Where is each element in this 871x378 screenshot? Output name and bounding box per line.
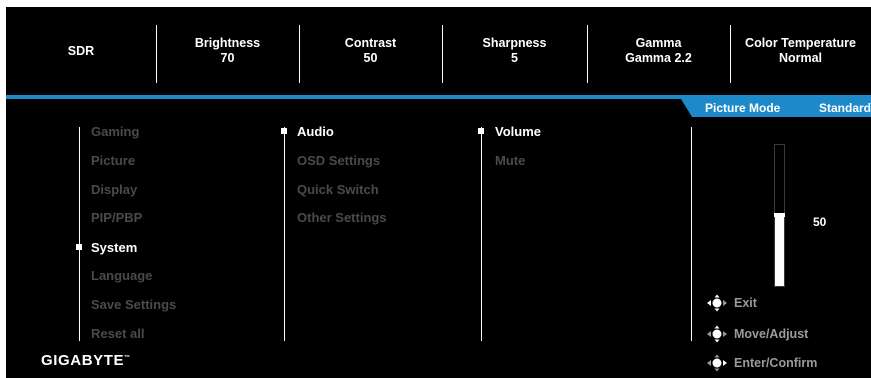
column-divider [691,127,692,341]
gigabyte-logo: GIGABYTE™ [41,352,130,369]
hint-exit: Exit [706,294,757,312]
menu-item-language[interactable]: Language [91,268,152,283]
hint-enter-confirm: Enter/Confirm [706,354,817,372]
accent-bar [6,95,871,99]
volume-slider-fill [775,215,784,286]
status-contrast: Contrast 50 [299,7,442,95]
column-divider [284,127,285,341]
hint-enter-confirm-label: Enter/Confirm [734,356,818,370]
hint-exit-label: Exit [734,296,757,310]
selected-indicator [76,244,82,250]
status-sharpness-value: 5 [511,51,518,65]
selected-indicator [281,128,287,134]
hint-move-adjust: Move/Adjust [706,325,808,343]
status-contrast-label: Contrast [344,36,397,50]
status-color-temperature-value: Normal [778,51,823,65]
status-sharpness-label: Sharpness [482,36,547,50]
picture-mode-tab: Picture Mode Standard [681,99,871,117]
status-gamma-label: Gamma [635,36,682,50]
monitor-osd: SDR Brightness 70 Contrast 50 Sharpness … [6,7,871,378]
trademark-symbol: ™ [124,355,131,361]
joystick-icon [707,294,727,312]
audio-item-volume[interactable]: Volume [495,124,541,139]
menu-item-picture[interactable]: Picture [91,153,135,168]
status-contrast-value: 50 [363,51,378,65]
submenu-item-osd-settings[interactable]: OSD Settings [297,153,380,168]
submenu-item-audio[interactable]: Audio [297,124,334,139]
status-brightness-label: Brightness [194,36,261,50]
submenu-item-other-settings[interactable]: Other Settings [297,210,387,225]
menu-item-display[interactable]: Display [91,182,137,197]
menu-item-save-settings[interactable]: Save Settings [91,297,176,312]
submenu-item-quick-switch[interactable]: Quick Switch [297,182,379,197]
status-sharpness: Sharpness 5 [442,7,587,95]
selected-indicator [478,128,484,134]
brand-name: GIGABYTE [41,352,125,369]
picture-mode-label: Picture Mode [705,101,781,115]
status-gamma-value: Gamma 2.2 [625,51,692,65]
menu-item-gaming[interactable]: Gaming [91,124,139,139]
joystick-icon [707,325,727,343]
volume-value: 50 [813,215,827,229]
status-sdr: SDR [6,7,156,95]
menu-item-reset-all[interactable]: Reset all [91,326,144,341]
joystick-icon [707,354,727,372]
picture-mode-value: Standard [818,101,871,115]
column-divider [481,127,482,341]
hint-move-adjust-label: Move/Adjust [734,327,809,341]
status-brightness: Brightness 70 [156,7,299,95]
volume-slider-handle[interactable] [774,213,785,217]
status-brightness-value: 70 [220,51,235,65]
status-bar: SDR Brightness 70 Contrast 50 Sharpness … [6,7,871,95]
status-color-temperature-label: Color Temperature [745,36,856,50]
column-divider [79,127,80,341]
audio-item-mute[interactable]: Mute [495,153,525,168]
status-gamma: Gamma Gamma 2.2 [587,7,730,95]
menu-item-pip-pbp[interactable]: PIP/PBP [91,210,142,225]
menu-item-system[interactable]: System [91,240,137,255]
status-color-temperature: Color Temperature Normal [730,7,871,95]
status-sdr-label: SDR [67,43,95,58]
volume-slider[interactable] [774,144,785,287]
